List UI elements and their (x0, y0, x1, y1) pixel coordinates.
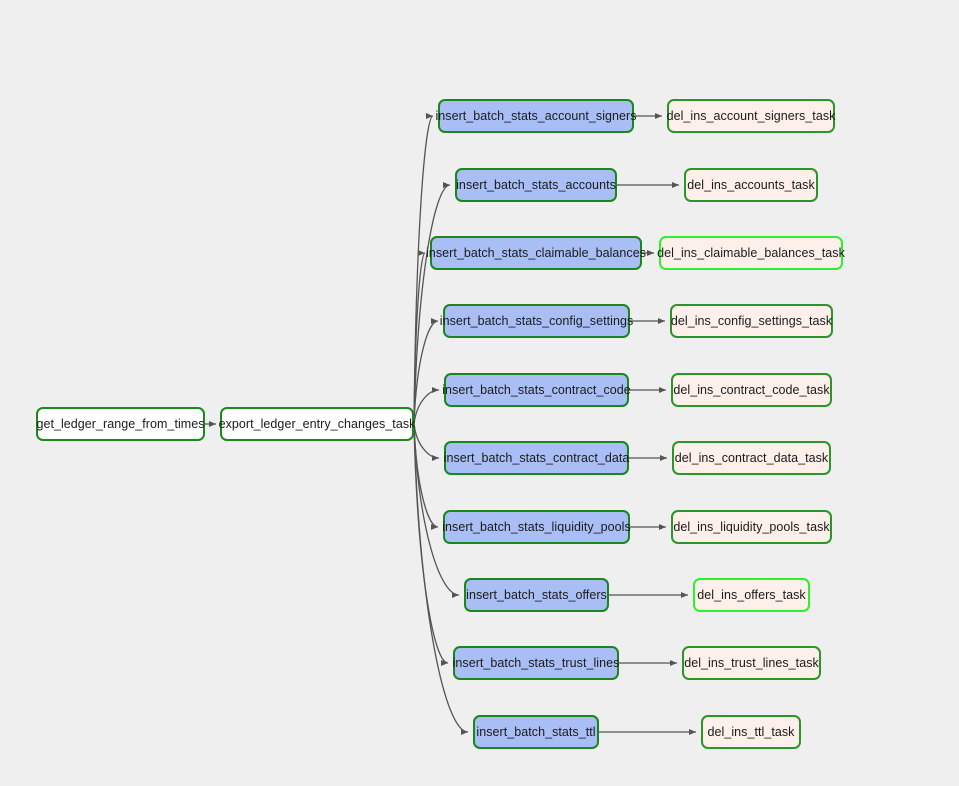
node-label: del_ins_accounts_task (687, 177, 815, 192)
task-node-del-ins-config-settings-task[interactable]: del_ins_config_settings_task (670, 304, 833, 338)
task-node-del-ins-account-signers-task[interactable]: del_ins_account_signers_task (667, 99, 835, 133)
node-label: insert_batch_stats_contract_data (443, 450, 630, 465)
task-node-del-ins-liquidity-pools-task[interactable]: del_ins_liquidity_pools_task (671, 510, 832, 544)
node-label: del_ins_offers_task (697, 587, 806, 602)
task-node-insert-batch-stats-accounts[interactable]: insert_batch_stats_accounts (455, 168, 617, 202)
task-node-del-ins-ttl-task[interactable]: del_ins_ttl_task (701, 715, 801, 749)
edge-hub-to-insert-batch-stats-liquidity-pools (413, 423, 439, 530)
node-label: del_ins_account_signers_task (666, 108, 836, 123)
task-node-insert-batch-stats-ttl[interactable]: insert_batch_stats_ttl (473, 715, 599, 749)
task-node-del-ins-contract-data-task[interactable]: del_ins_contract_data_task (672, 441, 831, 475)
node-label: insert_batch_stats_liquidity_pools (442, 519, 631, 534)
node-label: del_ins_liquidity_pools_task (673, 519, 830, 534)
task-node-insert-batch-stats-account-signers[interactable]: insert_batch_stats_account_signers (435, 99, 637, 133)
task-node-insert-batch-stats-liquidity-pools[interactable]: insert_batch_stats_liquidity_pools (442, 510, 631, 544)
task-node-insert-batch-stats-offers[interactable]: insert_batch_stats_offers (464, 578, 609, 612)
dag-graph-canvas[interactable]: get_ledger_range_from_times export_ledger… (0, 0, 959, 786)
node-label: del_ins_contract_data_task (674, 450, 829, 465)
node-label: del_ins_ttl_task (707, 724, 795, 739)
node-label: insert_batch_stats_claimable_balances (425, 245, 647, 260)
edge-hub-to-insert-batch-stats-config-settings (413, 318, 439, 425)
node-label: insert_batch_stats_trust_lines (452, 655, 620, 670)
node-label: export_ledger_entry_changes_task (218, 416, 416, 431)
task-node-del-ins-trust-lines-task[interactable]: del_ins_trust_lines_task (682, 646, 821, 680)
node-label: del_ins_config_settings_task (670, 313, 833, 328)
task-node-del-ins-offers-task[interactable]: del_ins_offers_task (693, 578, 810, 612)
node-label: insert_batch_stats_ttl (476, 724, 596, 739)
task-node-insert-batch-stats-config-settings[interactable]: insert_batch_stats_config_settings (439, 304, 634, 338)
task-node-del-ins-accounts-task[interactable]: del_ins_accounts_task (684, 168, 818, 202)
task-node-del-ins-contract-code-task[interactable]: del_ins_contract_code_task (671, 373, 832, 407)
node-label: insert_batch_stats_account_signers (435, 108, 637, 123)
node-label: get_ledger_range_from_times (36, 416, 205, 431)
task-node-insert-batch-stats-contract-code[interactable]: insert_batch_stats_contract_code (442, 373, 631, 407)
edge-hub-to-insert-batch-stats-account-signers (413, 113, 434, 425)
task-node-insert-batch-stats-trust-lines[interactable]: insert_batch_stats_trust_lines (453, 646, 619, 680)
task-node-get-ledger-range-from-times[interactable]: get_ledger_range_from_times (36, 407, 205, 441)
node-label: insert_batch_stats_accounts (456, 177, 616, 192)
node-label: insert_batch_stats_config_settings (439, 313, 634, 328)
edge-hub-to-insert-batch-stats-contract-data (413, 423, 440, 461)
edge-hub-to-insert-batch-stats-claimable-balances (413, 250, 426, 425)
edge-hub-to-insert-batch-stats-contract-code (413, 387, 440, 425)
edge-hub-to-insert-batch-stats-trust-lines (413, 423, 449, 666)
node-label: insert_batch_stats_contract_code (442, 382, 631, 397)
node-label: del_ins_trust_lines_task (684, 655, 819, 670)
task-node-insert-batch-stats-contract-data[interactable]: insert_batch_stats_contract_data (444, 441, 629, 475)
task-node-export-ledger-entry-changes-task[interactable]: export_ledger_entry_changes_task (218, 407, 416, 441)
task-node-insert-batch-stats-claimable-balances[interactable]: insert_batch_stats_claimable_balances (426, 236, 646, 270)
node-label: del_ins_claimable_balances_task (657, 245, 845, 260)
task-node-del-ins-claimable-balances-task[interactable]: del_ins_claimable_balances_task (657, 236, 845, 270)
node-label: del_ins_contract_code_task (673, 382, 830, 397)
node-label: insert_batch_stats_offers (466, 587, 607, 602)
